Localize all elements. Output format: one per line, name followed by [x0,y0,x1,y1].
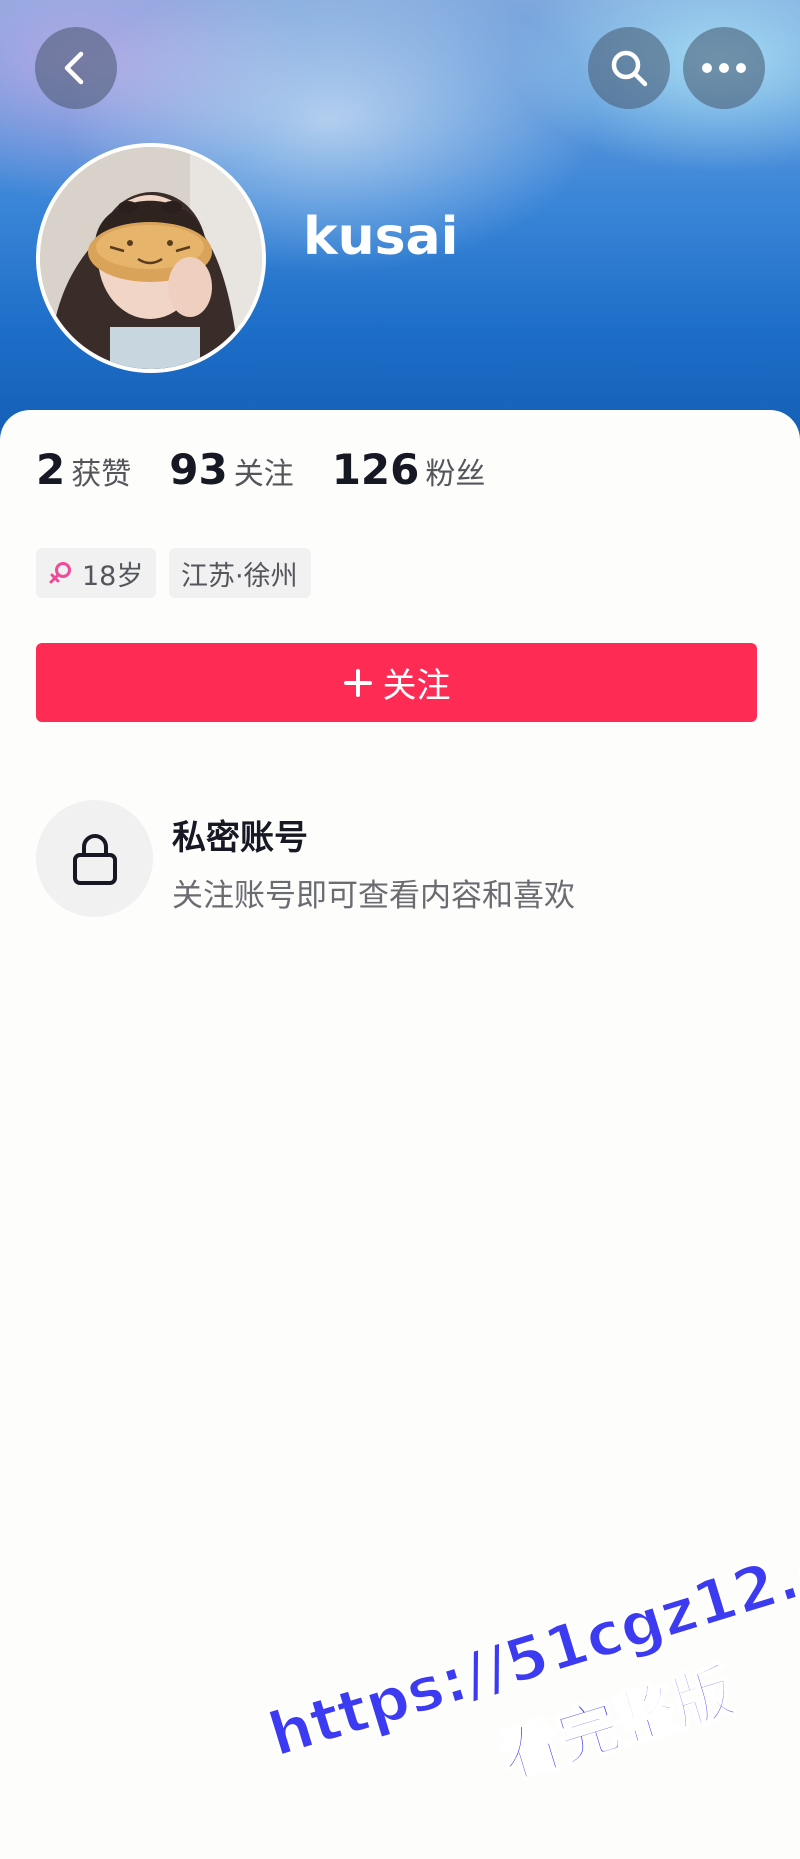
stat-likes-value: 2 [36,445,66,494]
stat-following-label: 关注 [233,457,294,492]
private-account-description: 关注账号即可查看内容和喜欢 [172,878,575,914]
follow-button-label: 关注 [382,666,451,706]
stat-likes[interactable]: 2 获赞 [36,445,131,494]
back-button[interactable] [35,27,117,109]
lock-badge [36,800,153,917]
search-button[interactable] [588,27,670,109]
stat-followers-label: 粉丝 [425,457,486,492]
avatar[interactable] [36,143,266,373]
stat-followers-value: 126 [331,445,420,494]
follow-button[interactable]: 关注 [36,643,757,722]
stat-following-value: 93 [169,445,228,494]
location-tag: 江苏·徐州 [169,548,311,598]
female-icon [49,562,71,584]
chevron-left-icon [64,51,84,85]
username: kusai [303,207,459,267]
stat-followers[interactable]: 126 粉丝 [332,445,486,494]
lock-icon [72,833,117,885]
age-tag: 18岁 [36,548,156,598]
stats-row: 2 获赞 93 关注 126 粉丝 [36,445,523,505]
search-icon [611,50,648,87]
private-account-title: 私密账号 [172,818,308,858]
plus-icon [343,668,372,697]
stat-following[interactable]: 93 关注 [169,445,293,494]
age-text: 18岁 [82,560,144,592]
more-dots-icon [702,63,746,73]
location-text: 江苏·徐州 [181,560,298,592]
stat-likes-label: 获赞 [71,457,132,492]
more-button[interactable] [683,27,765,109]
avatar-photo [40,147,262,369]
